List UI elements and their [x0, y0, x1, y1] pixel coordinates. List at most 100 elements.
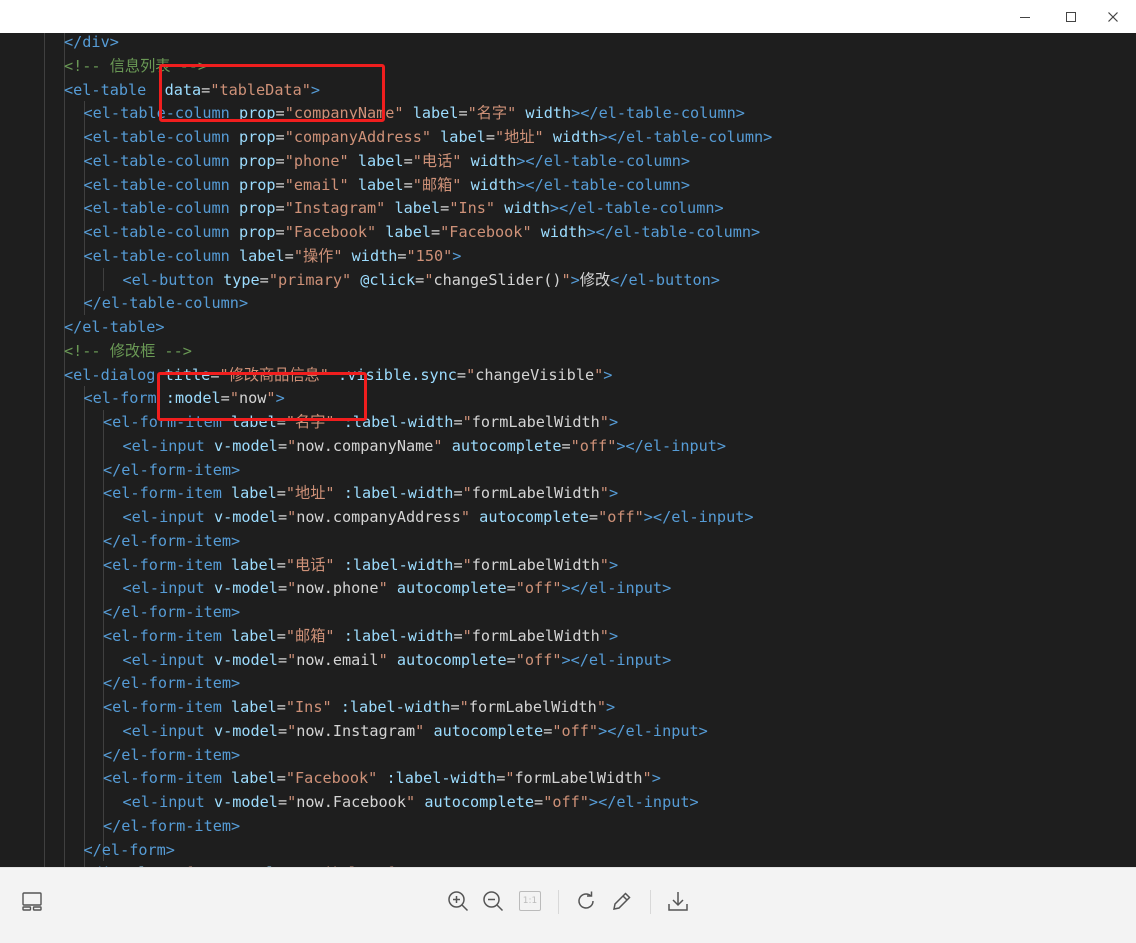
code-line: <el-form-item label="Facebook" :label-wi… [103, 766, 661, 790]
code-token: "150" [406, 246, 453, 265]
code-line: <el-input v-model="now.email" autocomple… [123, 648, 672, 672]
code-token: = [284, 246, 294, 265]
code-line: </el-form-item> [103, 671, 240, 695]
zoom-in-button[interactable] [443, 886, 473, 916]
maximize-icon [1066, 11, 1076, 22]
code-token: autocomplete [424, 793, 535, 811]
code-token: " [505, 769, 515, 788]
pencil-icon [613, 892, 631, 910]
code-token: label [412, 104, 459, 123]
code-token: = [397, 246, 407, 265]
code-token: "phone" [284, 151, 349, 170]
highlight-box-model [157, 372, 367, 421]
close-icon [1108, 11, 1118, 22]
code-token: = [259, 270, 269, 289]
code-line: <el-input v-model="now.companyName" auto… [123, 434, 727, 458]
code-token: label [385, 223, 431, 241]
code-token: formLabelWidth [471, 484, 600, 503]
code-token: " [287, 721, 297, 740]
actual-size-button[interactable]: 1:1 [515, 886, 545, 916]
code-line: </el-form> [84, 838, 175, 862]
code-token: label [357, 175, 404, 194]
code-token: " [599, 484, 609, 503]
code-token: width [504, 199, 550, 218]
edit-button[interactable] [607, 886, 637, 916]
code-token: <el-table-column [83, 175, 239, 194]
rotate-button[interactable] [571, 886, 601, 916]
code-token: <el-dialog [64, 365, 165, 384]
code-line: <el-table-column prop="companyAddress" l… [84, 125, 773, 149]
code-token: = [276, 484, 286, 503]
code-token: " [599, 413, 609, 431]
rotate-icon [578, 891, 594, 909]
indent-guide [64, 33, 65, 867]
code-token: label [231, 626, 277, 645]
code-token: :label-width [340, 698, 451, 716]
panel-layout-icon [22, 892, 42, 911]
code-token: " [287, 436, 297, 455]
code-token: " [287, 650, 297, 669]
maximize-button[interactable] [1048, 0, 1094, 33]
code-token: prop [238, 151, 276, 170]
code-token: ></el-input> [561, 650, 672, 669]
code-token: = [588, 508, 599, 526]
code-token: <el-input [122, 508, 214, 526]
code-token: now.Instagram [296, 721, 416, 740]
code-token: "companyAddress" [284, 128, 431, 146]
code-token: label [357, 151, 404, 170]
viewer-toolbar: 1:1 [0, 867, 1136, 943]
code-token: " [599, 555, 609, 574]
close-button[interactable] [1090, 0, 1136, 33]
code-token: ></el-table-column> [516, 151, 691, 170]
code-token: autocomplete [396, 579, 507, 598]
code-token: </el-form-item> [103, 745, 241, 764]
zoom-out-button[interactable] [478, 886, 508, 916]
download-button[interactable] [663, 886, 693, 916]
zoom-out-icon [483, 891, 504, 912]
code-line: <el-table-column prop="Facebook" label="… [84, 220, 761, 244]
code-token: " [462, 413, 472, 431]
code-token: "off" [515, 650, 562, 669]
code-token: ></el-input> [561, 579, 672, 598]
code-token: <el-input [122, 579, 214, 598]
code-token: = [275, 128, 285, 146]
code-token: ></el-table-column> [549, 199, 724, 218]
code-token: ></el-input> [616, 436, 727, 455]
code-token: = [453, 555, 463, 574]
highlight-box-data [159, 64, 385, 122]
code-token: <el-input [122, 650, 214, 669]
code-token: ></el-table-column> [586, 223, 761, 241]
code-token: "off" [515, 579, 562, 598]
code-token: </el-form-item> [103, 816, 241, 835]
code-token: "名字" [467, 104, 517, 123]
code-token: width [351, 246, 398, 265]
code-token: <el-input [122, 436, 214, 455]
code-token: = [415, 270, 425, 289]
code-line: <el-input v-model="now.companyAddress" a… [123, 505, 754, 529]
code-token: </div> [64, 33, 119, 51]
code-token: > [608, 484, 619, 503]
code-token: autocomplete [479, 508, 589, 526]
code-token: formLabelWidth [471, 626, 600, 645]
code-token: :label-width [343, 626, 454, 645]
code-token: " [415, 721, 425, 740]
code-token: > [651, 769, 661, 788]
minimize-button[interactable] [1002, 0, 1048, 33]
code-token: " [596, 698, 606, 716]
panel-layout-button[interactable] [17, 886, 47, 916]
code-token: "off" [543, 793, 589, 811]
code-token: label [231, 555, 277, 574]
code-token: now.phone [296, 579, 379, 598]
code-token: = [561, 436, 571, 455]
code-line: <el-form-item label="Ins" :label-width="… [103, 695, 615, 719]
code-line: <el-form-item label="邮箱" :label-width="f… [103, 624, 618, 648]
code-token: > [608, 555, 619, 574]
